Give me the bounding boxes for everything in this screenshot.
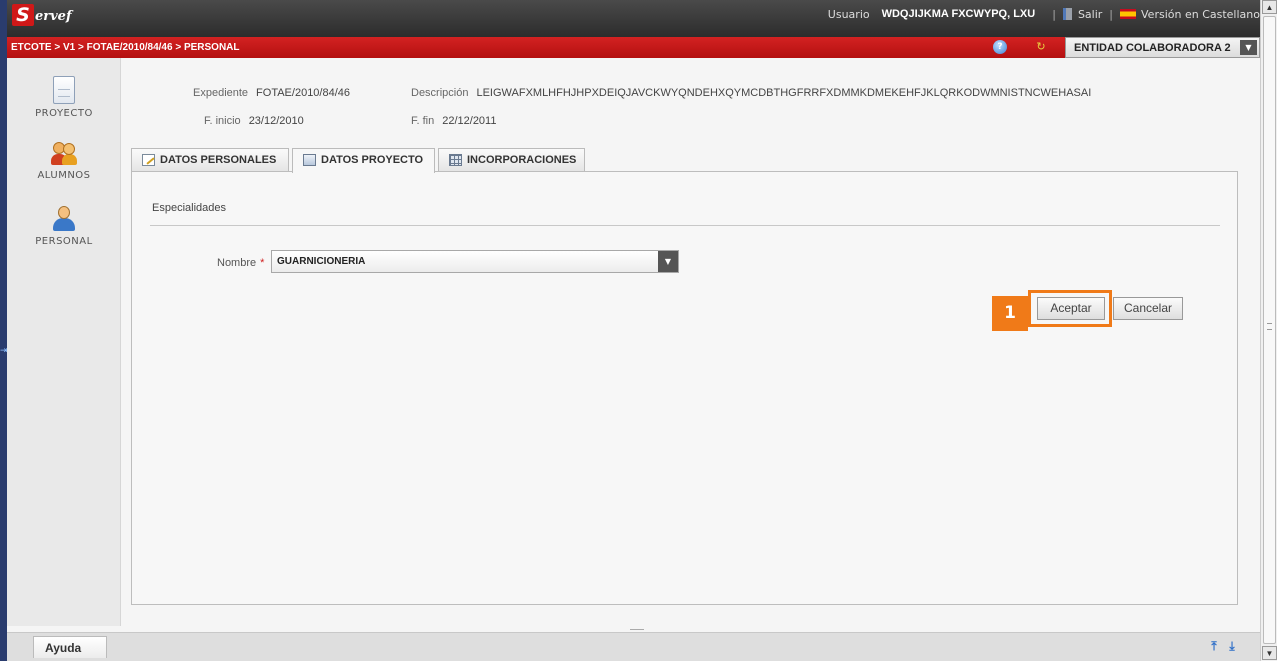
section-title: Especialidades [152, 202, 226, 214]
sidebar-item-personal[interactable]: PERSONAL [7, 206, 121, 247]
left-window-edge: ⇥ [0, 0, 8, 661]
help-icon[interactable]: ? [993, 40, 1007, 54]
breadcrumb[interactable]: ETCOTE > V1 > FOTAE/2010/84/46 > PERSONA… [11, 37, 240, 58]
user-area: Usuario WDQJIJKMA FXCWYPQ, LXU | Salir |… [828, 6, 1260, 22]
required-mark: * [260, 257, 265, 269]
expediente-field: Expediente FOTAE/2010/84/46 [193, 87, 350, 99]
descripcion-value: LEIGWAFXMLHFHJHPXDEIQJAVCKWYQNDEHXQYMCDB… [476, 87, 1092, 99]
nombre-label-text: Nombre [217, 257, 257, 269]
nombre-select-value: GUARNICIONERIA [277, 256, 366, 267]
descripcion-field: Descripción LEIGWAFXMLHFHJHPXDEIQJAVCKWYQ… [411, 87, 1091, 99]
edit-icon [142, 154, 155, 166]
expediente-value: FOTAE/2010/84/46 [256, 87, 351, 99]
collapse-up-icon[interactable]: ⤒ [1207, 639, 1221, 653]
tab-label: DATOS PROYECTO [321, 154, 424, 166]
breadcrumb-bar: ETCOTE > V1 > FOTAE/2010/84/46 > PERSONA… [7, 37, 1260, 58]
spain-flag-icon[interactable] [1120, 9, 1137, 19]
descripcion-label: Descripción [411, 87, 469, 99]
person-icon [52, 206, 76, 232]
side-navigation: PROYECTO ALUMNOS PERSONAL [7, 58, 121, 626]
grid-icon [449, 154, 462, 166]
accept-button[interactable]: Aceptar [1037, 297, 1105, 320]
chevron-down-icon[interactable]: ▼ [658, 251, 678, 272]
scrollbar-thumb[interactable] [1263, 16, 1276, 644]
chevron-down-icon[interactable]: ▼ [1240, 40, 1257, 55]
language-link[interactable]: Versión en Castellano [1141, 8, 1260, 21]
fecha-fin-field: F. fin 22/12/2011 [411, 115, 496, 127]
bottom-bar: Ayuda ⤒ ⤓ [7, 632, 1260, 661]
students-icon [51, 142, 77, 166]
sidebar-item-label: PROYECTO [35, 108, 93, 119]
salir-link[interactable]: Salir [1078, 8, 1102, 21]
servef-logo: S ervef [12, 4, 72, 26]
top-bar: S ervef Usuario WDQJIJKMA FXCWYPQ, LXU |… [7, 0, 1260, 37]
scrollbar-grip [1267, 323, 1272, 330]
tab-panel: Especialidades Nombre * GUARNICIONERIA ▼ … [131, 171, 1238, 605]
usuario-name: WDQJIJKMA FXCWYPQ, LXU [881, 8, 1036, 20]
fecha-inicio-label: F. inicio [204, 115, 241, 127]
refresh-icon[interactable]: ↻ [1034, 40, 1048, 54]
nombre-label: Nombre * [217, 257, 264, 269]
sidebar-item-proyecto[interactable]: PROYECTO [7, 76, 121, 119]
scroll-up-icon[interactable]: ▲ [1262, 0, 1277, 14]
usuario-label: Usuario [827, 7, 870, 21]
fecha-fin-label: F. fin [411, 115, 435, 127]
ayuda-tab[interactable]: Ayuda [33, 636, 107, 658]
expand-down-icon[interactable]: ⤓ [1225, 639, 1239, 653]
cancel-button[interactable]: Cancelar [1113, 297, 1183, 320]
tab-incorporaciones[interactable]: INCORPORACIONES [438, 148, 585, 172]
tab-datos-proyecto[interactable]: DATOS PROYECTO [292, 148, 435, 173]
sidebar-item-alumnos[interactable]: ALUMNOS [7, 142, 121, 181]
main-area: PROYECTO ALUMNOS PERSONAL Expediente FOTA… [7, 58, 1260, 661]
fecha-inicio-value: 23/12/2010 [248, 115, 304, 127]
fecha-inicio-field: F. inicio 23/12/2010 [204, 115, 304, 127]
expediente-label: Expediente [193, 87, 249, 99]
entity-select-value: ENTIDAD COLABORADORA 2 [1074, 42, 1231, 54]
nombre-select[interactable]: GUARNICIONERIA ▼ [271, 250, 679, 273]
step-badge: 1 [992, 296, 1028, 331]
sidebar-item-label: PERSONAL [35, 236, 93, 247]
document-icon [303, 154, 316, 166]
separator: | [1052, 7, 1056, 21]
tab-label: INCORPORACIONES [467, 154, 577, 166]
logo-text: ervef [35, 8, 72, 24]
entity-select[interactable]: ENTIDAD COLABORADORA 2 ▼ [1065, 37, 1260, 58]
fecha-fin-value: 22/12/2011 [442, 115, 497, 127]
logo-letter: S [12, 4, 34, 26]
scroll-down-icon[interactable]: ▼ [1262, 646, 1277, 660]
separator: | [1109, 7, 1114, 21]
exit-door-icon[interactable] [1062, 8, 1072, 20]
tab-label: DATOS PERSONALES [160, 154, 277, 166]
tab-datos-personales[interactable]: DATOS PERSONALES [131, 148, 289, 172]
document-icon [53, 76, 75, 104]
sidebar-item-label: ALUMNOS [37, 170, 91, 181]
vertical-scrollbar[interactable]: ▲ ▼ [1260, 0, 1277, 661]
section-divider [150, 225, 1220, 226]
expand-panel-icon[interactable]: ⇥ [0, 344, 8, 358]
